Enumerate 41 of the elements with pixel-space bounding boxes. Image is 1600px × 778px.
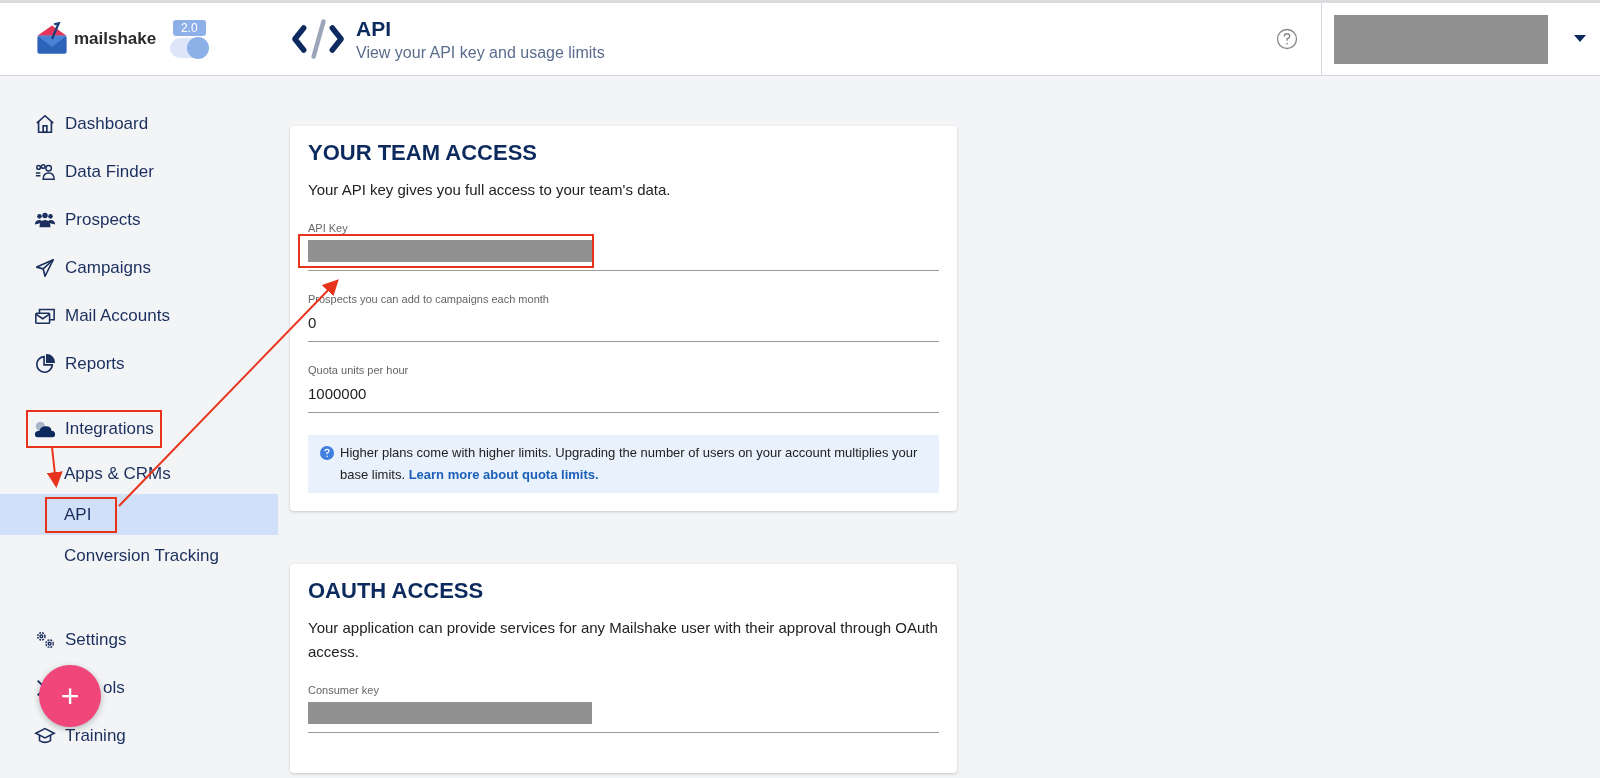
- field-value: 0: [308, 313, 317, 331]
- sidebar-item[interactable]: Campaigns: [0, 244, 278, 292]
- home-icon: [34, 113, 56, 135]
- sidebar-subitem[interactable]: Conversion Tracking: [0, 535, 278, 576]
- finder-icon: [34, 161, 56, 183]
- sidebar-item[interactable]: Integrations: [0, 405, 278, 453]
- card-description: Your API key gives you full access to your team's data.: [308, 180, 672, 200]
- note-text: Higher plans come with higher limits. Upgrading the number of users on your account multiplies your base limits. Learn more about quota limits.: [340, 444, 919, 484]
- field-label: Quota units per hour: [308, 364, 410, 376]
- field-value: 1000000: [308, 384, 367, 402]
- sidebar-subitem[interactable]: API: [0, 494, 278, 535]
- info-icon: [320, 446, 334, 460]
- page-title: API: [356, 16, 392, 41]
- card-title: YOUR TEAM ACCESS: [308, 140, 538, 166]
- sidebar-item[interactable]: Data Finder: [0, 148, 278, 196]
- sidebar-item[interactable]: Dashboard: [0, 100, 278, 148]
- caret-icon[interactable]: [1574, 35, 1586, 43]
- read-only-field[interactable]: Consumer key: [298, 684, 939, 733]
- sidebar-item[interactable]: Reports: [0, 340, 278, 388]
- version-badge: 2.0: [172, 20, 206, 36]
- send-icon: [34, 257, 56, 279]
- sidebar-item[interactable]: Settings: [0, 616, 278, 664]
- read-only-field[interactable]: Quota units per hour 1000000: [298, 364, 939, 413]
- pie-icon: [34, 353, 56, 375]
- card-title: OAUTH ACCESS: [308, 578, 485, 604]
- version-toggle[interactable]: [170, 38, 209, 58]
- read-only-field[interactable]: API Key: [298, 222, 939, 271]
- sidebar-item[interactable]: Mail Accounts: [0, 292, 278, 340]
- card-description: Your application can provide services for any Mailshake user with their approval through OAuth access.: [308, 618, 939, 662]
- field-label: Consumer key: [308, 684, 380, 696]
- quota-limits-link[interactable]: Learn more about quota limits.: [408, 467, 599, 482]
- add-button[interactable]: +: [39, 665, 101, 727]
- field-label: API Key: [308, 222, 349, 234]
- code-icon: [290, 17, 346, 61]
- logo-wordmark: mailshake: [74, 29, 157, 49]
- envelope-logo-icon: [34, 22, 70, 56]
- gears-icon: [34, 629, 56, 651]
- annotation-arrow: [46, 446, 63, 488]
- help-icon[interactable]: [1276, 28, 1298, 50]
- page-subtitle: View your API key and usage limits: [356, 43, 605, 62]
- sidebar-item[interactable]: Prospects: [0, 196, 278, 244]
